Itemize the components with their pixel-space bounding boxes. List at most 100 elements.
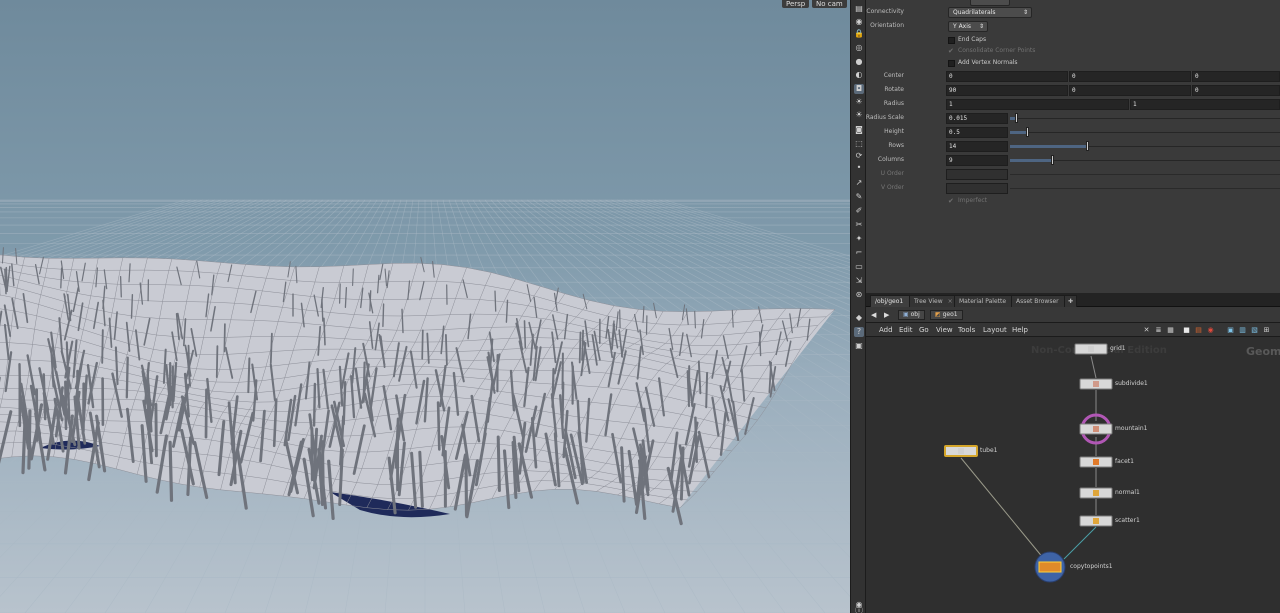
split-icon[interactable]: ▧	[1250, 326, 1259, 334]
tube-instance	[342, 381, 347, 426]
square-icon[interactable]: ■	[1182, 326, 1191, 334]
flag-icon[interactable]: ▤	[1194, 326, 1203, 334]
radius-scale-field[interactable]: 0.015	[946, 113, 1008, 124]
keyframe-icon[interactable]: ◆	[854, 313, 864, 323]
slider-handle[interactable]	[1050, 155, 1054, 165]
columns-icon[interactable]: ▥	[1238, 326, 1247, 334]
menu-view[interactable]: View	[936, 323, 953, 337]
pin-icon[interactable]: ◉	[1206, 326, 1215, 334]
tube-instance	[204, 388, 208, 439]
node-icon[interactable]	[1093, 381, 1099, 387]
param-consolidate: ✔ Consolidate Corner Points	[866, 45, 1280, 57]
network-wires	[944, 343, 1113, 583]
height-slider[interactable]	[1010, 127, 1280, 138]
tube-instance	[312, 382, 317, 427]
center-label: Center	[883, 72, 904, 79]
network-canvas[interactable]: Non-Commercial Edition Geom grid1subdivi…	[866, 337, 1280, 613]
menu-tools[interactable]: Tools	[958, 323, 975, 337]
network-menubar: Add Edit Go View Tools Layout Help ✕ ≣ ▦…	[866, 323, 1280, 337]
menu-add[interactable]: Add	[879, 323, 893, 337]
radius-scale-slider[interactable]	[1010, 113, 1280, 124]
edit-icon[interactable]: ✐	[854, 206, 864, 216]
poly-icon[interactable]: ▭	[854, 262, 864, 272]
node-body[interactable]	[1038, 561, 1062, 573]
node-icon[interactable]	[1093, 518, 1099, 524]
node-label-facet1: facet1	[1115, 458, 1134, 465]
center-y-field[interactable]: 0	[1069, 71, 1191, 82]
node-wire[interactable]	[960, 457, 1045, 560]
slider-handle[interactable]	[1085, 141, 1089, 151]
forward-arrow-icon[interactable]: ▶	[884, 310, 889, 320]
layout-icon[interactable]: ▣	[1226, 326, 1235, 334]
shading-icon[interactable]: ●	[854, 57, 864, 67]
u-order-slider	[1010, 174, 1280, 175]
path-root-label: obj	[910, 311, 920, 318]
grid-view-icon[interactable]: ▦	[1166, 326, 1175, 334]
tree-icon[interactable]: ⊞	[1262, 326, 1271, 334]
brush-icon[interactable]: ✂	[854, 220, 864, 230]
tab-label: Material Palette	[959, 298, 1007, 305]
info-icon[interactable]: ⓘ	[854, 606, 864, 613]
node-icon[interactable]	[1093, 459, 1099, 465]
edge-icon[interactable]: ⌐	[854, 248, 864, 258]
param-columns: Columns 9	[866, 154, 1280, 166]
path-bar: ◀ ▶ ▣ obj ◩ geo1	[866, 307, 1280, 323]
node-label-mountain1: mountain1	[1115, 425, 1148, 432]
rows-slider[interactable]	[1010, 141, 1280, 152]
tube-instance	[154, 402, 158, 458]
rotate-y-field[interactable]: 0	[1069, 85, 1191, 96]
columns-slider[interactable]	[1010, 155, 1280, 166]
paint-icon[interactable]: ✦	[854, 234, 864, 244]
wrench-icon[interactable]: ✕	[1142, 326, 1151, 334]
columns-label: Columns	[877, 156, 904, 163]
tube-instance	[339, 283, 341, 304]
add-tab-button[interactable]: ✚	[1064, 295, 1078, 307]
tube-instance	[60, 267, 63, 289]
tab-close-icon[interactable]: ×	[948, 298, 953, 305]
vertex-normals-checkbox[interactable]	[948, 60, 955, 67]
menu-help[interactable]: Help	[1012, 323, 1028, 337]
node-wire[interactable]	[1090, 355, 1097, 379]
terrain-surface	[0, 254, 835, 511]
slider-handle[interactable]	[1015, 113, 1019, 123]
help-icon[interactable]: ?	[854, 327, 864, 337]
tube-instance	[694, 310, 696, 329]
height-field[interactable]: 0.5	[946, 127, 1008, 138]
path-root[interactable]: ▣ obj	[898, 310, 925, 320]
menu-go[interactable]: Go	[919, 323, 929, 337]
end-caps-checkbox[interactable]	[948, 37, 955, 44]
path-node[interactable]: ◩ geo1	[930, 310, 963, 320]
menu-edit[interactable]: Edit	[899, 323, 913, 337]
visibility-icon[interactable]: ◎	[854, 43, 864, 53]
v-order-label: V Order	[880, 184, 904, 191]
tab-tree-view[interactable]: Tree View ×	[909, 295, 958, 307]
node-icon[interactable]	[958, 448, 964, 454]
orientation-menu[interactable]: Y Axis ⇕	[948, 21, 988, 32]
back-arrow-icon[interactable]: ◀	[871, 310, 876, 320]
tube-instance	[101, 329, 104, 364]
object-icon: ▣	[903, 311, 909, 318]
slider-handle[interactable]	[1026, 127, 1030, 137]
pin-icon[interactable]: ⊛	[854, 290, 864, 300]
tab-label: /obj/geo1	[875, 298, 904, 305]
node-icon[interactable]	[1088, 346, 1094, 352]
render-icon[interactable]: ▣	[854, 341, 864, 351]
scale-icon[interactable]: ⇲	[854, 276, 864, 286]
rows-field[interactable]: 14	[946, 141, 1008, 152]
radius-y-field[interactable]: 1	[1130, 99, 1280, 110]
tube-instance	[352, 268, 354, 287]
node-icon[interactable]	[1093, 426, 1099, 432]
center-x-field[interactable]: 0	[946, 71, 1068, 82]
rotate-x-field[interactable]: 90	[946, 85, 1068, 96]
connectivity-menu[interactable]: Quadrilaterals ⇕	[948, 7, 1032, 18]
center-z-field[interactable]: 0	[1192, 71, 1280, 82]
rotate-z-field[interactable]: 0	[1192, 85, 1280, 96]
columns-field[interactable]: 9	[946, 155, 1008, 166]
menu-layout[interactable]: Layout	[983, 323, 1007, 337]
scene-viewport[interactable]: Persp No cam	[0, 0, 850, 613]
tube-instance	[362, 361, 366, 403]
node-icon[interactable]	[1093, 490, 1099, 496]
node-wire[interactable]	[1063, 526, 1097, 560]
radius-x-field[interactable]: 1	[946, 99, 1129, 110]
list-icon[interactable]: ≣	[1154, 326, 1163, 334]
